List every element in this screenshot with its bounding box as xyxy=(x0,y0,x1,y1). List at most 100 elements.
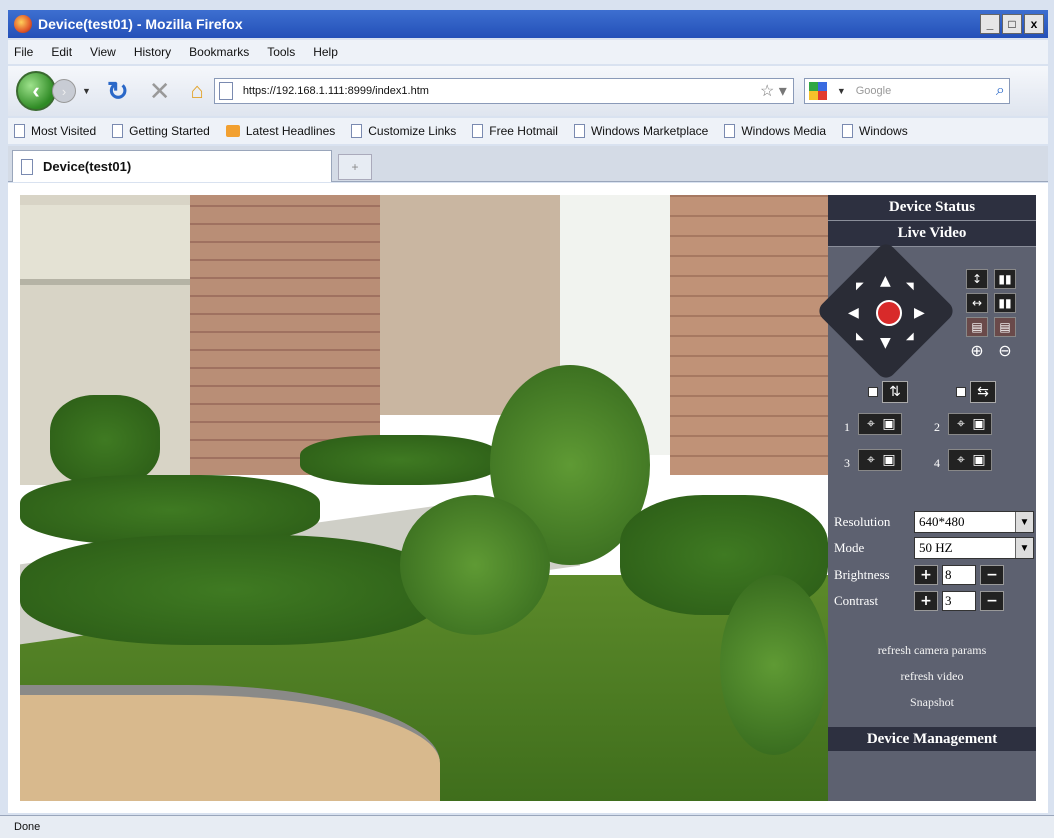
maximize-button[interactable]: □ xyxy=(1002,14,1022,34)
firefox-icon xyxy=(14,15,32,33)
vertical-patrol-icon[interactable]: ↕ xyxy=(966,269,988,289)
preset-goto-icon[interactable]: ⌖ xyxy=(863,452,879,468)
tab-device[interactable]: Device(test01) xyxy=(12,150,332,182)
video-tree xyxy=(400,495,550,635)
back-button[interactable]: ‹ xyxy=(16,71,56,111)
menu-history[interactable]: History xyxy=(134,45,171,59)
video-shrub xyxy=(720,575,828,755)
navigation-toolbar: ‹ › ▼ ↻ ✕ ⌂ https://192.168.1.111:8999/i… xyxy=(8,66,1048,116)
pan-down-icon[interactable]: ▼ xyxy=(880,335,891,351)
menu-bookmarks[interactable]: Bookmarks xyxy=(189,45,249,59)
google-icon[interactable] xyxy=(808,82,827,100)
window-controls: _ □ x xyxy=(980,14,1044,34)
brightness-row: Brightness + 8 − xyxy=(834,565,1004,585)
mirror-control[interactable]: ⇆ xyxy=(956,381,996,403)
video-building-right xyxy=(670,195,828,475)
bookmark-customize-links[interactable]: Customize Links xyxy=(351,124,456,138)
snapshot-link[interactable]: Snapshot xyxy=(828,695,1036,710)
preset-save-icon[interactable]: ▣ xyxy=(881,452,897,468)
bookmark-windows-marketplace[interactable]: Windows Marketplace xyxy=(573,124,708,138)
page-icon xyxy=(218,82,233,100)
zoom-out-icon[interactable]: ⊖ xyxy=(994,339,1016,361)
bookmark-label: Latest Headlines xyxy=(245,124,336,138)
vertical-stop-icon[interactable]: ▮▮ xyxy=(994,269,1016,289)
video-hedge xyxy=(20,535,440,645)
horizontal-patrol-icon[interactable]: ↔ xyxy=(966,293,988,313)
bookmark-windows[interactable]: Windows xyxy=(842,124,908,138)
pan-down-left-icon[interactable]: ◣ xyxy=(856,331,864,342)
search-box[interactable]: ▼ Google ⌕ xyxy=(803,78,1010,104)
live-video-header[interactable]: Live Video xyxy=(828,221,1036,247)
control-panel: Device Status Live Video ▲ ▼ ◀ ▶ ◤ ◥ ◣ ◢… xyxy=(815,195,1036,801)
contrast-decrease-button[interactable]: − xyxy=(980,591,1004,611)
search-icon[interactable]: ⌕ xyxy=(996,82,1005,100)
pan-down-right-icon[interactable]: ◢ xyxy=(906,331,914,342)
new-tab-button[interactable]: + xyxy=(338,154,372,180)
pan-up-left-icon[interactable]: ◤ xyxy=(856,281,864,292)
horizontal-stop-icon[interactable]: ▮▮ xyxy=(994,293,1016,313)
contrast-label: Contrast xyxy=(834,593,879,608)
zoom-in-icon[interactable]: ⊕ xyxy=(966,339,988,361)
menu-file[interactable]: File xyxy=(14,45,33,59)
reload-icon[interactable]: ↻ xyxy=(107,76,129,107)
page-content: Device Status Live Video ▲ ▼ ◀ ▶ ◤ ◥ ◣ ◢… xyxy=(8,183,1048,813)
menu-tools[interactable]: Tools xyxy=(267,45,295,59)
preset-save-icon[interactable]: ▣ xyxy=(971,452,987,468)
preset-goto-icon[interactable]: ⌖ xyxy=(953,452,969,468)
bookmark-latest-headlines[interactable]: Latest Headlines xyxy=(225,124,336,138)
brightness-field[interactable]: 8 xyxy=(942,565,976,585)
bookmark-label: Getting Started xyxy=(129,124,210,138)
preset-number: 3 xyxy=(844,456,850,470)
close-button[interactable]: x xyxy=(1024,14,1044,34)
window-title: Device(test01) - Mozilla Firefox xyxy=(38,16,243,32)
bookmark-free-hotmail[interactable]: Free Hotmail xyxy=(472,124,558,138)
bookmark-windows-media[interactable]: Windows Media xyxy=(724,124,826,138)
minimize-button[interactable]: _ xyxy=(980,14,1000,34)
flip-checkbox[interactable] xyxy=(868,387,878,397)
chevron-down-icon[interactable]: ▼ xyxy=(1015,512,1033,532)
bookmark-most-visited[interactable]: Most Visited xyxy=(14,124,96,138)
pan-up-right-icon[interactable]: ◥ xyxy=(906,281,914,292)
title-bar: Device(test01) - Mozilla Firefox _ □ x xyxy=(8,10,1048,38)
pan-right-icon[interactable]: ▶ xyxy=(914,305,925,321)
ptz-center-button[interactable] xyxy=(876,300,902,326)
mirror-icon: ⇆ xyxy=(970,381,996,403)
search-engine-dropdown-icon[interactable]: ▼ xyxy=(837,86,846,96)
rss-icon xyxy=(225,125,240,137)
menu-view[interactable]: View xyxy=(90,45,116,59)
preset-save-icon[interactable]: ▣ xyxy=(971,416,987,432)
io-on-icon[interactable]: ▤ xyxy=(966,317,988,337)
pan-left-icon[interactable]: ◀ xyxy=(848,305,859,321)
bookmark-star-icon[interactable]: ☆ ▾ xyxy=(760,81,787,101)
stop-icon[interactable]: ✕ xyxy=(149,76,171,107)
url-bar[interactable]: https://192.168.1.111:8999/index1.htm ☆ … xyxy=(213,78,794,104)
mode-value: 50 HZ xyxy=(919,540,953,555)
status-text: Done xyxy=(14,821,41,833)
home-icon[interactable]: ⌂ xyxy=(191,78,204,104)
history-dropdown-icon[interactable]: ▼ xyxy=(82,86,91,96)
resolution-select[interactable]: 640*480 ▼ xyxy=(914,511,1034,533)
contrast-field[interactable]: 3 xyxy=(942,591,976,611)
io-off-icon[interactable]: ▤ xyxy=(994,317,1016,337)
device-management-header[interactable]: Device Management xyxy=(828,727,1036,751)
bookmarks-toolbar: Most Visited Getting Started Latest Head… xyxy=(8,118,1048,144)
chevron-down-icon[interactable]: ▼ xyxy=(1015,538,1033,558)
mode-select[interactable]: 50 HZ ▼ xyxy=(914,537,1034,559)
preset-save-icon[interactable]: ▣ xyxy=(881,416,897,432)
flip-control[interactable]: ⇅ xyxy=(868,381,908,403)
pan-up-icon[interactable]: ▲ xyxy=(880,273,891,289)
resolution-label: Resolution xyxy=(834,514,891,529)
refresh-video-link[interactable]: refresh video xyxy=(828,669,1036,684)
menu-help[interactable]: Help xyxy=(313,45,338,59)
brightness-increase-button[interactable]: + xyxy=(914,565,938,585)
contrast-increase-button[interactable]: + xyxy=(914,591,938,611)
preset-goto-icon[interactable]: ⌖ xyxy=(953,416,969,432)
preset-goto-icon[interactable]: ⌖ xyxy=(863,416,879,432)
refresh-camera-params-link[interactable]: refresh camera params xyxy=(828,643,1036,658)
menu-edit[interactable]: Edit xyxy=(51,45,72,59)
brightness-decrease-button[interactable]: − xyxy=(980,565,1004,585)
bookmark-getting-started[interactable]: Getting Started xyxy=(112,124,210,138)
device-status-header[interactable]: Device Status xyxy=(828,195,1036,221)
mirror-checkbox[interactable] xyxy=(956,387,966,397)
forward-button[interactable]: › xyxy=(52,79,76,103)
